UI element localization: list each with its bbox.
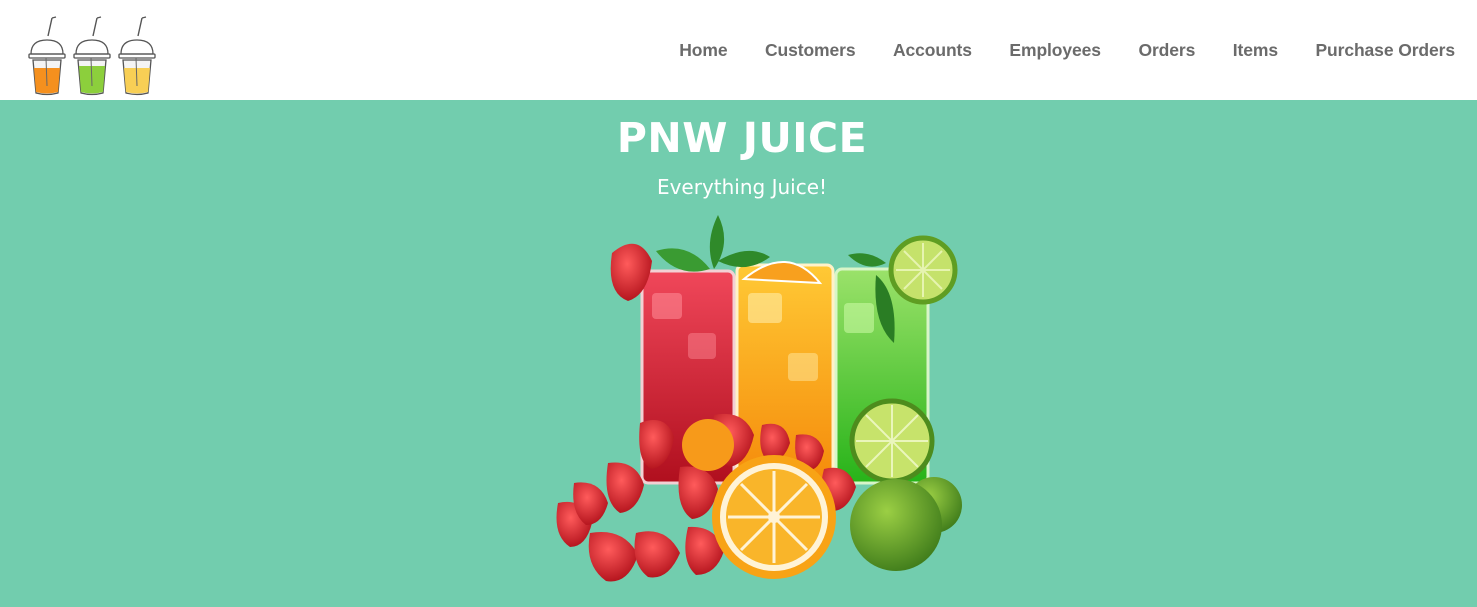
- nav-home-link[interactable]: Home: [679, 38, 727, 62]
- nav-customers-link[interactable]: Customers: [765, 38, 856, 62]
- main-nav: Home Customers Accounts Employees Orders…: [679, 38, 1455, 62]
- nav-accounts-link[interactable]: Accounts: [893, 38, 972, 62]
- juice-cups-logo-icon[interactable]: [26, 16, 160, 98]
- hero-section: PNW JUICE Everything Juice!: [0, 100, 1477, 607]
- nav-employees-link[interactable]: Employees: [1009, 38, 1101, 62]
- nav-orders-link[interactable]: Orders: [1138, 38, 1195, 62]
- hero-subtitle: Everything Juice!: [656, 175, 828, 199]
- juice-glasses-with-fruit-image: [556, 215, 962, 582]
- site-header: Home Customers Accounts Employees Orders…: [0, 0, 1477, 100]
- nav-purchase-orders-link[interactable]: Purchase Orders: [1315, 38, 1455, 62]
- hero-title: PNW JUICE: [616, 114, 868, 162]
- nav-items-link[interactable]: Items: [1233, 38, 1278, 62]
